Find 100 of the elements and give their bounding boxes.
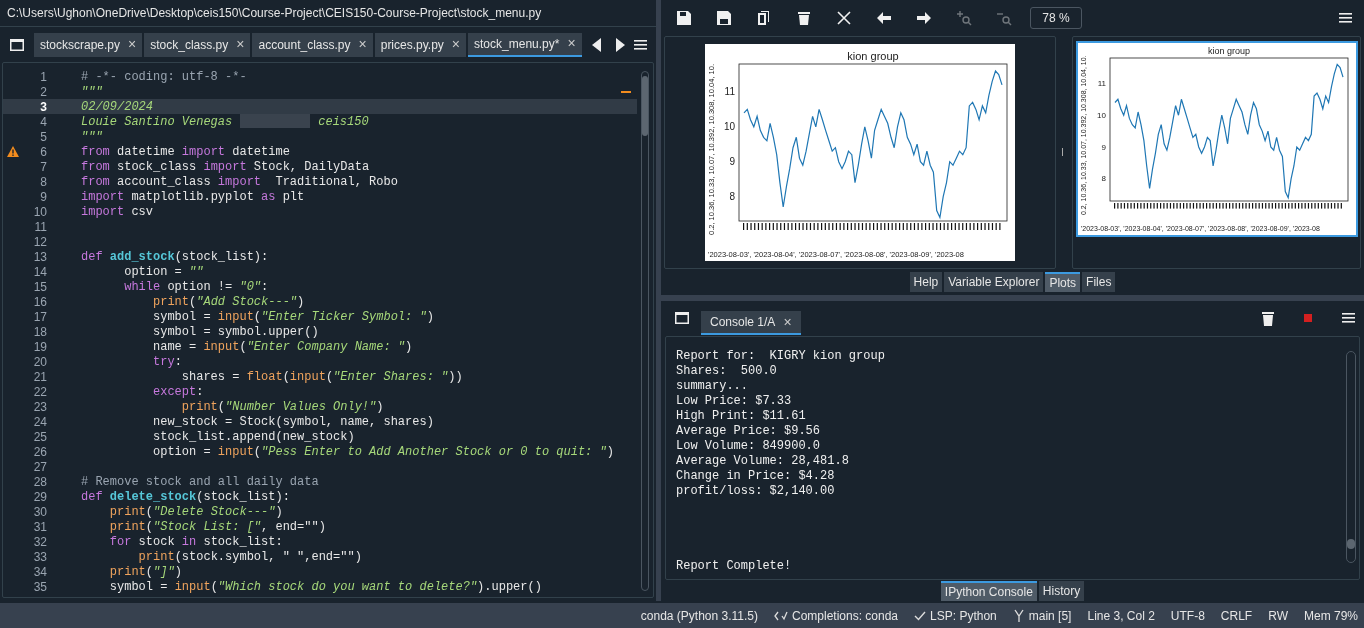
console-text: Report for: KIGRY kion group Shares: 500.0 summary... Low Price: $7.33 High Print: $11.61 Average Price: $9.56 Low Volume: 849900.0 Average Volume: 28,481.8 Change in Price: $4.28 profit/loss: $2,140.00 Report Complete! (676, 349, 886, 575)
line-number: 26 (32, 443, 47, 461)
close-icon[interactable]: × (451, 34, 461, 55)
pane-tab[interactable]: Help (909, 271, 943, 292)
line-number: 2 (39, 83, 47, 101)
file-tab[interactable]: prices.py.py × (374, 32, 467, 57)
status-item: UTF-8 (1170, 607, 1205, 625)
close-icon[interactable]: × (236, 34, 245, 55)
line-number: 30 (32, 503, 47, 521)
line-number: 8 (39, 173, 47, 191)
code-line: stock_list.append(new_stock) (152, 428, 355, 446)
pane-tab[interactable]: History (1038, 581, 1085, 601)
code-line: from account_class import Traditional, Robo (81, 173, 398, 191)
code-line: option = input("Pess Enter to Add Another Stock or 0 to quit: ") (152, 443, 614, 461)
axis-tick-label: 10 (1096, 110, 1106, 120)
line-number: 19 (32, 338, 47, 356)
line-number: 1 (39, 68, 47, 86)
line-number: 18 (32, 323, 47, 341)
close-icon[interactable]: × (567, 33, 576, 54)
status-item: CRLF (1220, 607, 1253, 625)
line-number: 25 (32, 428, 47, 446)
file-tab[interactable]: stockscrape.py × (34, 32, 143, 57)
line-number: 9 (39, 188, 47, 206)
code-line: symbol = input("Enter Ticker Symbol: ") (152, 308, 434, 326)
code-line: name = input("Enter Company Name: ") (152, 338, 413, 356)
chart-title: kion group (1207, 45, 1250, 56)
code-line: print("Add Stock---") (152, 293, 305, 311)
pane-tab[interactable]: Variable Explorer (944, 271, 1044, 292)
line-number: 32 (32, 533, 47, 551)
code-line: print("Number Values Only!") (180, 398, 384, 416)
code-line: def delete_stock(stock_list): (81, 488, 290, 506)
code-line: print("Delete Stock---") (108, 503, 283, 521)
code-line: """ (81, 128, 103, 146)
axis-tick-label: 10 (723, 120, 735, 132)
code-line: option = "" (123, 263, 204, 281)
code-line: for stock in stock_list: (108, 533, 283, 551)
code-line: """ (81, 83, 103, 101)
code-line: from datetime import datetime (81, 143, 290, 161)
line-number: 13 (32, 248, 47, 266)
line-number: 21 (32, 368, 47, 386)
code-line: # -*- coding: utf-8 -*- (81, 68, 247, 86)
close-icon[interactable]: × (783, 311, 792, 333)
line-number: 5 (39, 128, 47, 146)
code-line: from stock_class import Stock, DailyData (81, 158, 370, 176)
code-line: print(stock.symbol, " ",end="") (137, 548, 362, 566)
status-item: Mem 79% (1303, 607, 1358, 625)
file-tab[interactable]: account_class.py × (252, 32, 373, 57)
axis-tick-label: 11 (724, 85, 735, 97)
status-item: main [5] (1028, 607, 1072, 625)
line-number: 11 (33, 218, 47, 236)
chart-title: kion group (847, 49, 899, 62)
line-number: 4 (39, 113, 47, 131)
status-item: LSP: Python (930, 607, 997, 625)
axis-tick-label: 8 (1101, 174, 1106, 184)
code-line: print("]") (108, 563, 182, 581)
line-number: 10 (32, 203, 47, 221)
zoom-field[interactable]: 78 % (1030, 6, 1082, 29)
code-line: try: (152, 353, 182, 371)
code-line: symbol = input("Which stock do you want to delete?").upper() (108, 578, 542, 596)
code-line: def add_stock(stock_list): (81, 248, 269, 266)
line-number: 27 (32, 458, 47, 476)
line-number: 23 (32, 398, 47, 416)
code-line: while option != "0": (123, 278, 269, 296)
file-tab[interactable]: stock_menu.py* × (468, 32, 582, 57)
pane-tab[interactable]: Plots (1045, 271, 1081, 292)
line-number: 12 (32, 233, 47, 251)
line-number: 15 (32, 278, 47, 296)
line-number: 20 (32, 353, 47, 371)
axis-tick-label: 9 (1101, 142, 1106, 152)
pane-tab[interactable]: Files (1082, 271, 1116, 292)
status-item: RW (1268, 607, 1288, 625)
console-tab[interactable]: Console 1/A × (701, 311, 801, 336)
status-item: Completions: conda (792, 607, 899, 625)
axis-tick-label: 9 (729, 155, 735, 167)
close-icon[interactable]: × (128, 34, 137, 55)
line-number: 14 (32, 263, 47, 281)
line-number: 31 (32, 518, 47, 536)
status-item: Line 3, Col 2 (1087, 607, 1155, 625)
code-line: import matplotlib.pyplot as plt (81, 188, 305, 206)
pane-tab[interactable]: IPython Console (940, 581, 1037, 601)
axis-tick-label: 11 (1097, 78, 1106, 88)
code-line: # Remove stock and all daily data (81, 473, 319, 491)
line-number: 29 (32, 488, 47, 506)
axis-tick-label: 8 (729, 190, 735, 202)
line-number: 17 (32, 308, 47, 326)
code-line: shares = float(input("Enter Shares: ")) (180, 368, 463, 386)
code-line: symbol = symbol.upper() (152, 323, 319, 341)
line-number: 28 (32, 473, 47, 491)
code-line: import csv (81, 203, 154, 221)
line-number: 33 (32, 548, 47, 566)
close-icon[interactable]: × (358, 34, 367, 55)
code-line: 02/09/2024 (81, 98, 153, 116)
line-number: 24 (32, 413, 47, 431)
status-item: conda (Python 3.11.5) (640, 607, 758, 625)
code-line: except: (152, 383, 204, 401)
window-title: C:\Users\Ughon\OneDrive\Desktop\ceis150\Course-Project\CEIS150-Course-Project\stock_menu.py (7, 5, 542, 22)
line-number: 16 (32, 293, 47, 311)
file-tab[interactable]: stock_class.py × (144, 32, 251, 57)
line-number: 35 (32, 578, 47, 596)
line-number: 34 (32, 563, 47, 581)
